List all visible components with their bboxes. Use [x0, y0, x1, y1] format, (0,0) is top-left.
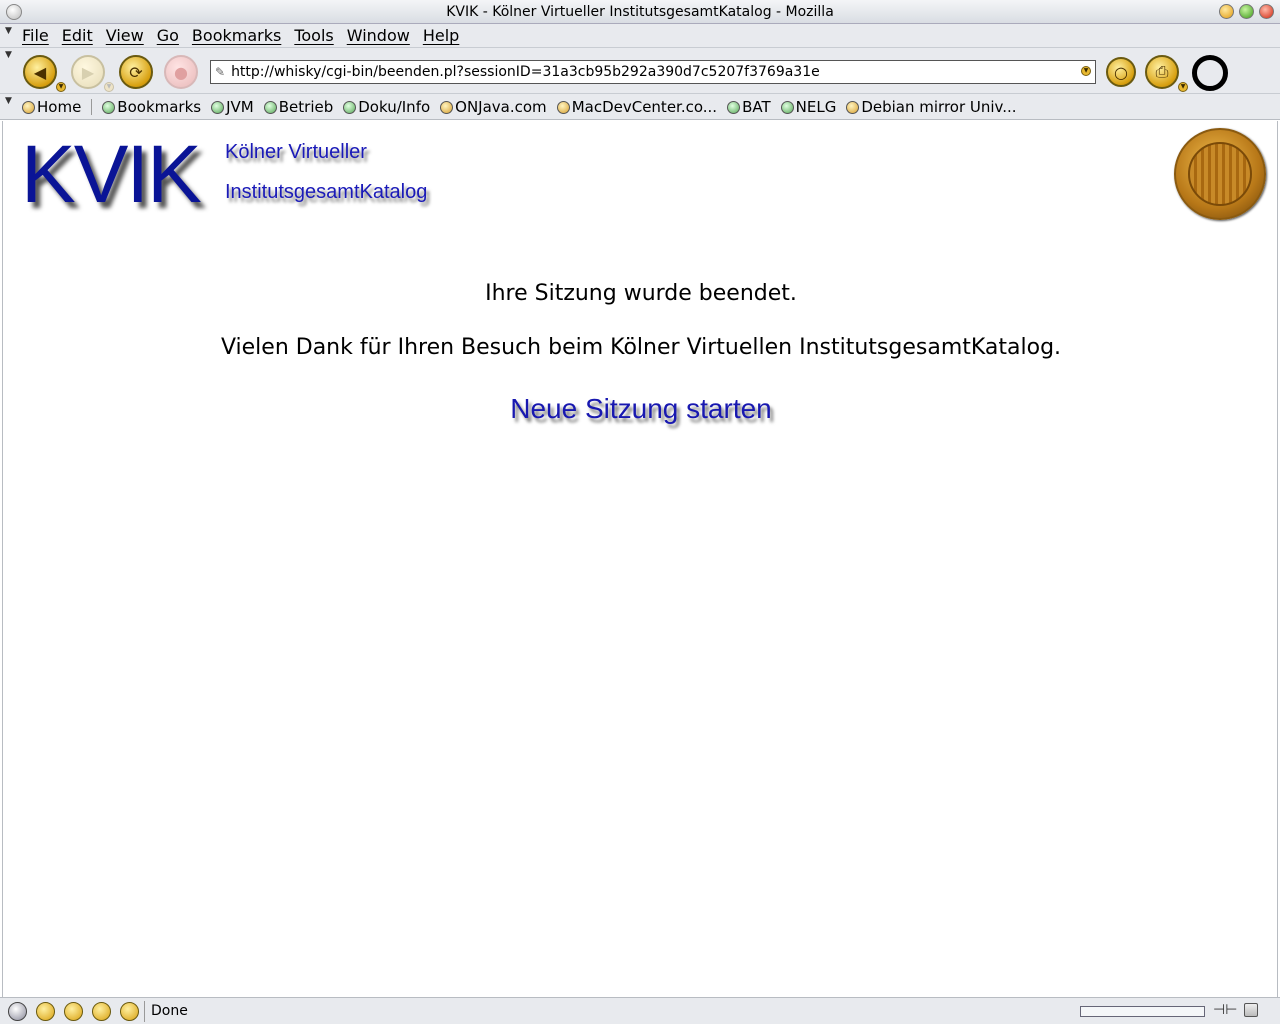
- url-input[interactable]: [231, 64, 1095, 80]
- window-title: KVIK - Kölner Virtueller Institutsgesamt…: [446, 4, 834, 20]
- menu-help[interactable]: Help: [423, 26, 459, 45]
- menu-file[interactable]: File: [22, 26, 49, 45]
- bookmark-page-icon: [440, 100, 454, 114]
- bookmark-folder-nelg[interactable]: NELG: [780, 98, 836, 116]
- bookmark-separator: [91, 99, 93, 115]
- bookmark-folder-bat[interactable]: BAT: [727, 98, 771, 116]
- back-button[interactable]: ◀: [23, 55, 57, 89]
- print-button[interactable]: ⎙: [1145, 55, 1179, 89]
- status-divider: [144, 1001, 145, 1022]
- bookmark-onjava[interactable]: ONJava.com: [440, 98, 547, 116]
- progress-meter: [1080, 1006, 1205, 1017]
- bookmark-folder-icon: [211, 100, 225, 114]
- new-session-link[interactable]: Neue Sitzung starten: [510, 393, 772, 424]
- minimize-button[interactable]: [1219, 4, 1234, 19]
- status-bar: Done ⊣⊢: [0, 997, 1280, 1024]
- session-ended-message: Ihre Sitzung wurde beendet.: [485, 281, 797, 306]
- menu-tools[interactable]: Tools: [294, 26, 333, 45]
- search-icon: ○: [1114, 62, 1128, 82]
- status-text: Done: [151, 1003, 188, 1019]
- logo-subtitle-line1: Kölner Virtueller: [225, 141, 367, 163]
- bookmark-folder-icon: [343, 100, 357, 114]
- reload-button[interactable]: ⟳: [119, 55, 153, 89]
- stop-icon: ●: [174, 62, 188, 82]
- menu-bookmarks[interactable]: Bookmarks: [192, 26, 281, 45]
- back-icon: ◀: [33, 62, 47, 82]
- bookmark-folder-jvm[interactable]: JVM: [211, 98, 254, 116]
- menu-go[interactable]: Go: [157, 26, 179, 45]
- bookmark-page-icon: [846, 100, 860, 114]
- url-history-dropdown-icon[interactable]: ▼: [1081, 66, 1091, 76]
- address-book-icon[interactable]: [92, 1002, 111, 1021]
- forward-icon: ▶: [81, 62, 95, 82]
- kvik-logo: KVIK: [21, 129, 202, 220]
- window-menu-icon[interactable]: [6, 4, 22, 20]
- navigator-icon[interactable]: [8, 1002, 27, 1021]
- page-content: KVIK Kölner Virtueller InstitutsgesamtKa…: [2, 121, 1278, 997]
- stop-button[interactable]: ●: [164, 55, 198, 89]
- thank-you-message: Vielen Dank für Ihren Besuch beim Kölner…: [220, 335, 1062, 360]
- bookmark-folder-bookmarks[interactable]: Bookmarks: [102, 98, 201, 116]
- bookmark-folder-icon: [102, 100, 116, 114]
- navigation-toolbar: ▼ ◀ ▼ ▶ ▼ ⟳ ● ✎ ▼ ○ ⎙ ▼: [0, 48, 1280, 94]
- composer-icon[interactable]: [64, 1002, 83, 1021]
- bookmark-folder-doku-info[interactable]: Doku/Info: [343, 98, 430, 116]
- menu-window[interactable]: Window: [347, 26, 410, 45]
- page-proxy-icon[interactable]: ✎: [215, 65, 225, 79]
- security-lock-icon[interactable]: [1244, 1003, 1258, 1017]
- menu-bar: ▼ File Edit View Go Bookmarks Tools Wind…: [0, 24, 1280, 48]
- logo-subtitle-line2: InstitutsgesamtKatalog: [225, 181, 428, 203]
- title-bar: KVIK - Kölner Virtueller Institutsgesamt…: [0, 0, 1280, 24]
- university-seal-icon: [1174, 128, 1266, 220]
- forward-dropdown-icon[interactable]: ▼: [104, 82, 114, 92]
- forward-button[interactable]: ▶: [71, 55, 105, 89]
- back-dropdown-icon[interactable]: ▼: [56, 82, 66, 92]
- toolbar-grip-icon[interactable]: ▼: [5, 96, 12, 106]
- bookmark-page-icon: [556, 100, 570, 114]
- toolbar-grip-icon[interactable]: ▼: [5, 50, 12, 60]
- bookmark-folder-icon: [780, 100, 794, 114]
- bookmarks-toolbar: ▼ Home Bookmarks JVM Betrieb Doku/Info O…: [0, 94, 1280, 120]
- mail-icon[interactable]: [36, 1002, 55, 1021]
- throbber-icon[interactable]: [1192, 55, 1228, 91]
- menu-view[interactable]: View: [106, 26, 144, 45]
- menu-edit[interactable]: Edit: [62, 26, 93, 45]
- home-icon: [22, 100, 35, 114]
- search-button[interactable]: ○: [1106, 57, 1136, 87]
- seal-emblem-icon: [1188, 142, 1252, 206]
- close-button[interactable]: [1259, 4, 1274, 19]
- maximize-button[interactable]: [1239, 4, 1254, 19]
- bookmark-folder-icon: [727, 100, 741, 114]
- bookmark-folder-icon: [263, 100, 277, 114]
- bookmark-debian-mirror[interactable]: Debian mirror Univ...: [846, 98, 1017, 116]
- bookmark-macdevcenter[interactable]: MacDevCenter.co...: [556, 98, 717, 116]
- bookmark-home[interactable]: Home: [22, 98, 81, 116]
- chat-icon[interactable]: [120, 1002, 139, 1021]
- online-status-icon[interactable]: ⊣⊢: [1213, 1002, 1237, 1018]
- toolbar-grip-icon[interactable]: ▼: [5, 26, 12, 36]
- reload-icon: ⟳: [129, 62, 143, 82]
- url-bar[interactable]: ✎ ▼: [210, 60, 1096, 84]
- bookmark-folder-betrieb[interactable]: Betrieb: [263, 98, 333, 116]
- print-dropdown-icon[interactable]: ▼: [1178, 82, 1188, 92]
- print-icon: ⎙: [1155, 62, 1169, 81]
